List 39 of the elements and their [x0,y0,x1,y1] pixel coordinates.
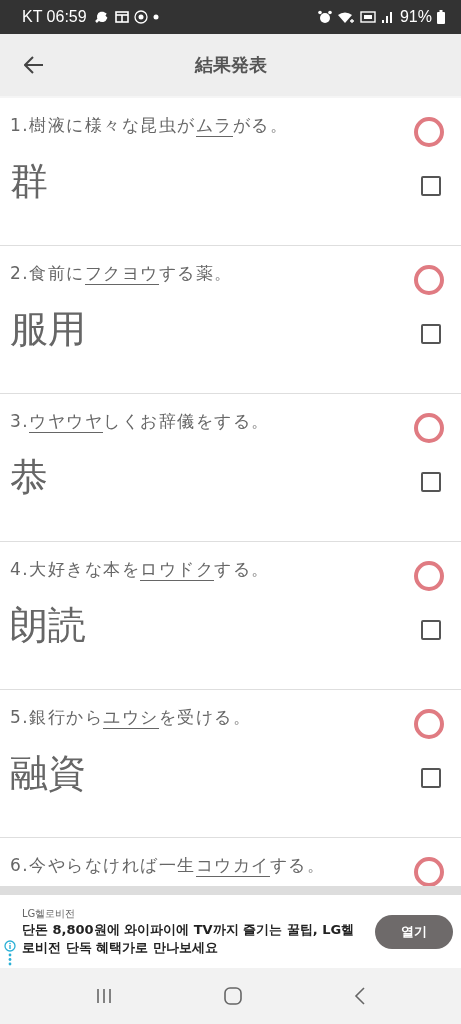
answer-text: 融資 [10,750,86,797]
status-time: KT 06:59 [22,8,87,26]
answer-text: 朗読 [10,602,86,649]
question-text: 2.食前に フクヨウする薬。 [10,262,233,285]
question-text: 1.樹液に様々な昆虫がムラ がる。 [10,114,289,137]
dot-icon [152,14,159,20]
question-text: 3.ウヤウヤ しくお辞儀をする。 [10,410,270,433]
battery-percent: 91% [399,8,432,26]
question-text: 5.銀行からユウシ を受ける。 [10,706,252,729]
circle-mark-icon [413,856,445,886]
screen-title: 結果発表 [193,53,268,77]
battery-icon [437,10,445,24]
alarm-icon [317,10,332,24]
checkbox[interactable] [421,767,441,788]
back-arrow-icon [24,56,44,74]
open-button[interactable]: 열기 [375,914,453,949]
answer-text: 恭 [10,454,48,501]
circle-icon [133,10,148,24]
recent-apps-icon [95,987,114,1005]
checkbox[interactable] [421,619,441,640]
circle-mark-icon [413,116,445,148]
calendar-icon [114,11,129,23]
checkbox[interactable] [421,175,441,196]
signal-icon [380,11,393,23]
back-icon [353,986,366,1006]
question-text: 4.大好きな本を ロウドクする。 [10,558,270,581]
answer-text: 服用 [10,306,86,353]
advertiser-name: LG헬로비전 [22,906,77,921]
checkbox[interactable] [421,471,441,492]
question-text: 6.今やらなければ一生 コウカイ する。 [10,854,326,877]
circle-mark-icon [413,708,445,740]
circle-mark-icon [413,412,445,444]
info-icon [4,940,16,966]
circle-mark-icon [413,560,445,592]
ad-text: 단돈 8,800원에 와이파이에 TV까지 즐기는 꿀팁, LG헬로비전 단독 혜택가로 만나보세요 [22,920,356,957]
circle-mark-icon [413,264,445,296]
home-icon [223,986,244,1006]
answer-text: 群 [10,158,48,205]
checkbox[interactable] [421,323,441,344]
